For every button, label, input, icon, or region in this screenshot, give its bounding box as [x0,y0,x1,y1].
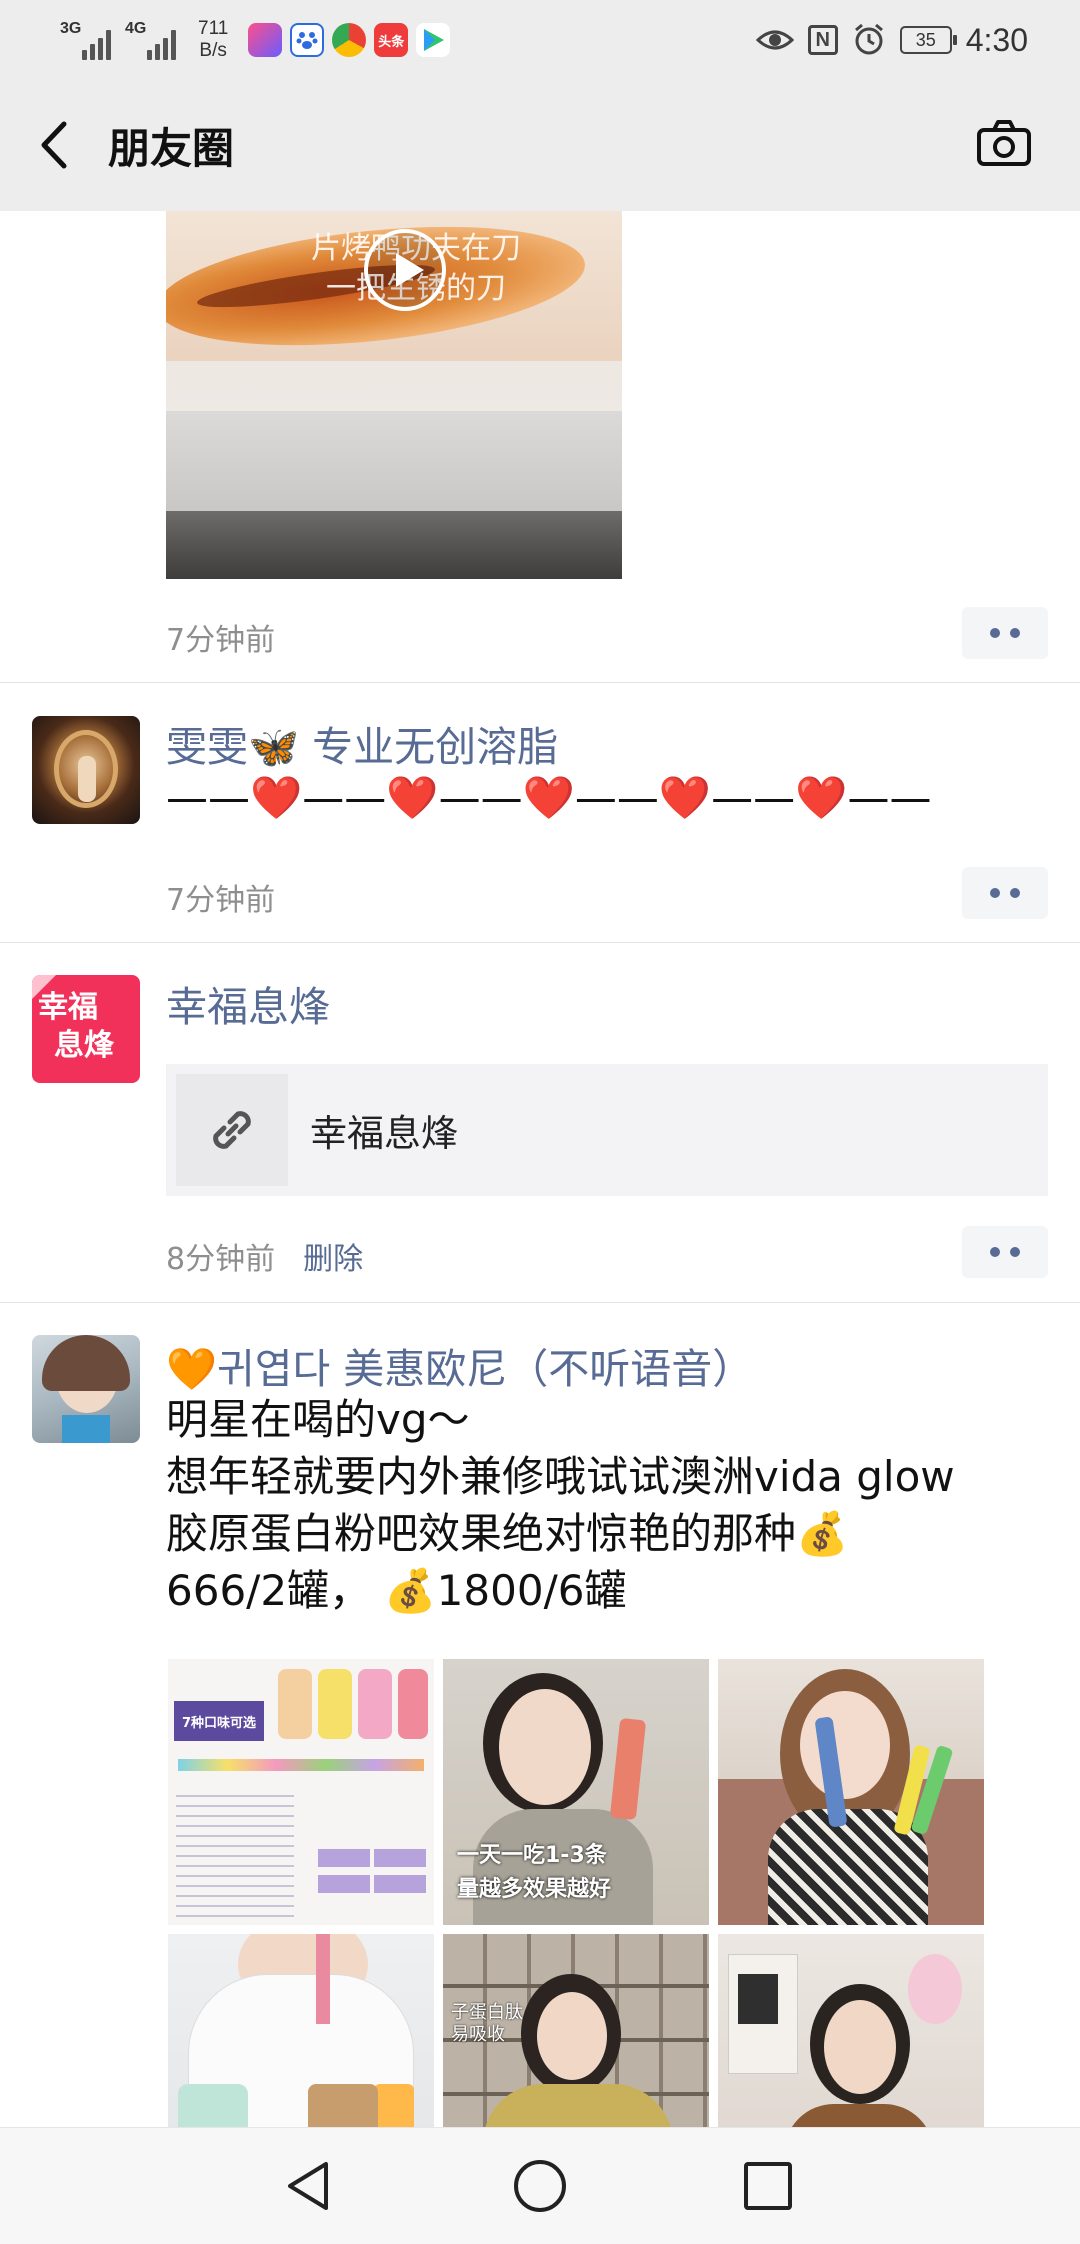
image-tile[interactable]: 7种口味可选 [168,1659,434,1925]
eye-icon [755,30,794,50]
toutiao-icon: 头条 [374,23,409,57]
home-circle-icon[interactable] [510,2156,570,2216]
post-timestamp: 7分钟前 [166,883,276,918]
more-actions-button[interactable] [962,1226,1048,1278]
battery-icon: 35 [899,26,957,54]
top-nav-bar: 朋友圈 [0,80,1080,211]
toutiao-label: 头条 [378,33,405,49]
more-actions-button[interactable] [962,867,1048,919]
status-right-cluster: N 35 4:30 [755,0,1028,80]
net-speed-value: 711 [198,18,229,39]
post-text: 明星在喝的vg～ 想年轻就要内外兼修哦试试澳洲vida glow 胶原蛋白粉吧效… [166,1391,1026,1619]
play-icon[interactable] [362,227,448,313]
tile-headline: 7种口味可选 [174,1701,264,1741]
post-text-line: 666/2罐， 💰1800/6罐 [166,1566,627,1615]
dot-icon [990,628,1000,638]
clock: 4:30 [965,21,1028,58]
image-tile[interactable]: 一天一吃1-3条 量越多效果越好 [443,1659,709,1925]
avatar-text-line2: 息烽 [54,1028,114,1063]
dot-icon [990,1247,1000,1257]
post-text-line: 胶原蛋白粉吧效果绝对惊艳的那种💰 [166,1509,849,1558]
post-divider [0,1302,1080,1303]
post-timestamp: 7分钟前 [166,623,276,658]
avatar-text-line1: 幸福 [38,990,98,1025]
image-tile[interactable]: 子蛋白肽 易吸收 [443,1934,709,2127]
battery-level: 35 [915,29,936,50]
avatar[interactable]: 幸福 息烽 [32,975,140,1083]
sim1-label: 3G [60,20,82,37]
net-speed-unit: B/s [199,40,227,61]
delete-link[interactable]: 删除 [303,1234,363,1278]
recents-square-icon[interactable] [738,2156,798,2216]
post-text: ——❤️——❤️——❤️——❤️——❤️—— [166,773,932,822]
sim2-label: 4G [125,20,147,37]
page-title: 朋友圈 [108,124,235,173]
status-bar: 3G 4G 711 B/s 头条 N 35 4:30 [0,0,1080,80]
video-thumbnail[interactable]: 片烤鸭功夫在刀 一把生锈的刀 [166,211,622,579]
post-divider [0,682,1080,683]
play-store-icon [416,23,451,57]
chevron-left-icon[interactable] [36,120,72,170]
tile-caption-line2: 量越多效果越好 [457,1877,612,1902]
post-divider [0,942,1080,943]
link-thumbnail [176,1074,288,1186]
image-tile[interactable] [168,1934,434,2127]
nickname[interactable]: 幸福息烽 [166,973,330,1033]
browser-icon [332,23,367,57]
baidu-paw-icon [290,23,325,57]
alarm-icon [854,23,883,55]
post-time-row: 8分钟前 删除 [166,1234,363,1278]
tile-caption-line1: 一天一吃1-3条 [457,1843,607,1868]
dot-icon [1010,628,1020,638]
post-text-line: 明星在喝的vg～ [166,1395,470,1444]
link-title: 幸福息烽 [310,1112,458,1155]
moments-screen: 3G 4G 711 B/s 头条 N 35 4:30 朋友圈 7分钟前 雯雯🦋 … [0,0,1080,2244]
tile-caption-line2: 易吸收 [451,2024,505,2045]
video-app-icon [248,23,283,57]
post-time-row: 7分钟前 [166,615,275,659]
network-speed: 711 B/s [198,18,228,62]
post-text-line: 想年轻就要内外兼修哦试试澳洲vida glow [166,1452,955,1501]
back-triangle-icon[interactable] [280,2156,340,2216]
image-tile[interactable] [718,1659,984,1925]
avatar[interactable] [32,716,140,824]
image-tile[interactable] [718,1934,984,2127]
shared-link-card[interactable]: 幸福息烽 [166,1064,1048,1196]
sim1-signal-icon: 3G [60,20,111,60]
system-navigation-bar [0,2127,1080,2244]
moments-feed[interactable]: 片烤鸭功夫在刀 一把生锈的刀 7分钟前 雯雯🦋 专业无创溶脂 ——❤️——❤️—… [0,211,1080,2127]
post-timestamp: 8分钟前 [166,1242,276,1277]
tile-caption-line1: 子蛋白肽 [451,2002,523,2023]
dot-icon [1010,1247,1020,1257]
nickname[interactable]: 雯雯🦋 专业无创溶脂 [166,713,558,773]
nickname[interactable]: 🧡귀엽다 美惠欧尼（不听语音） [166,1335,753,1395]
avatar[interactable] [32,1335,140,1443]
nfc-icon: N [807,25,838,55]
more-actions-button[interactable] [962,607,1048,659]
nfc-label: N [815,28,830,51]
post-time-row: 7分钟前 [166,875,275,919]
link-icon [213,1111,251,1149]
notification-app-icons: 头条 [248,23,451,57]
dot-icon [1010,888,1020,898]
camera-icon[interactable] [976,118,1032,168]
sim2-signal-icon: 4G [125,20,176,60]
dot-icon [990,888,1000,898]
